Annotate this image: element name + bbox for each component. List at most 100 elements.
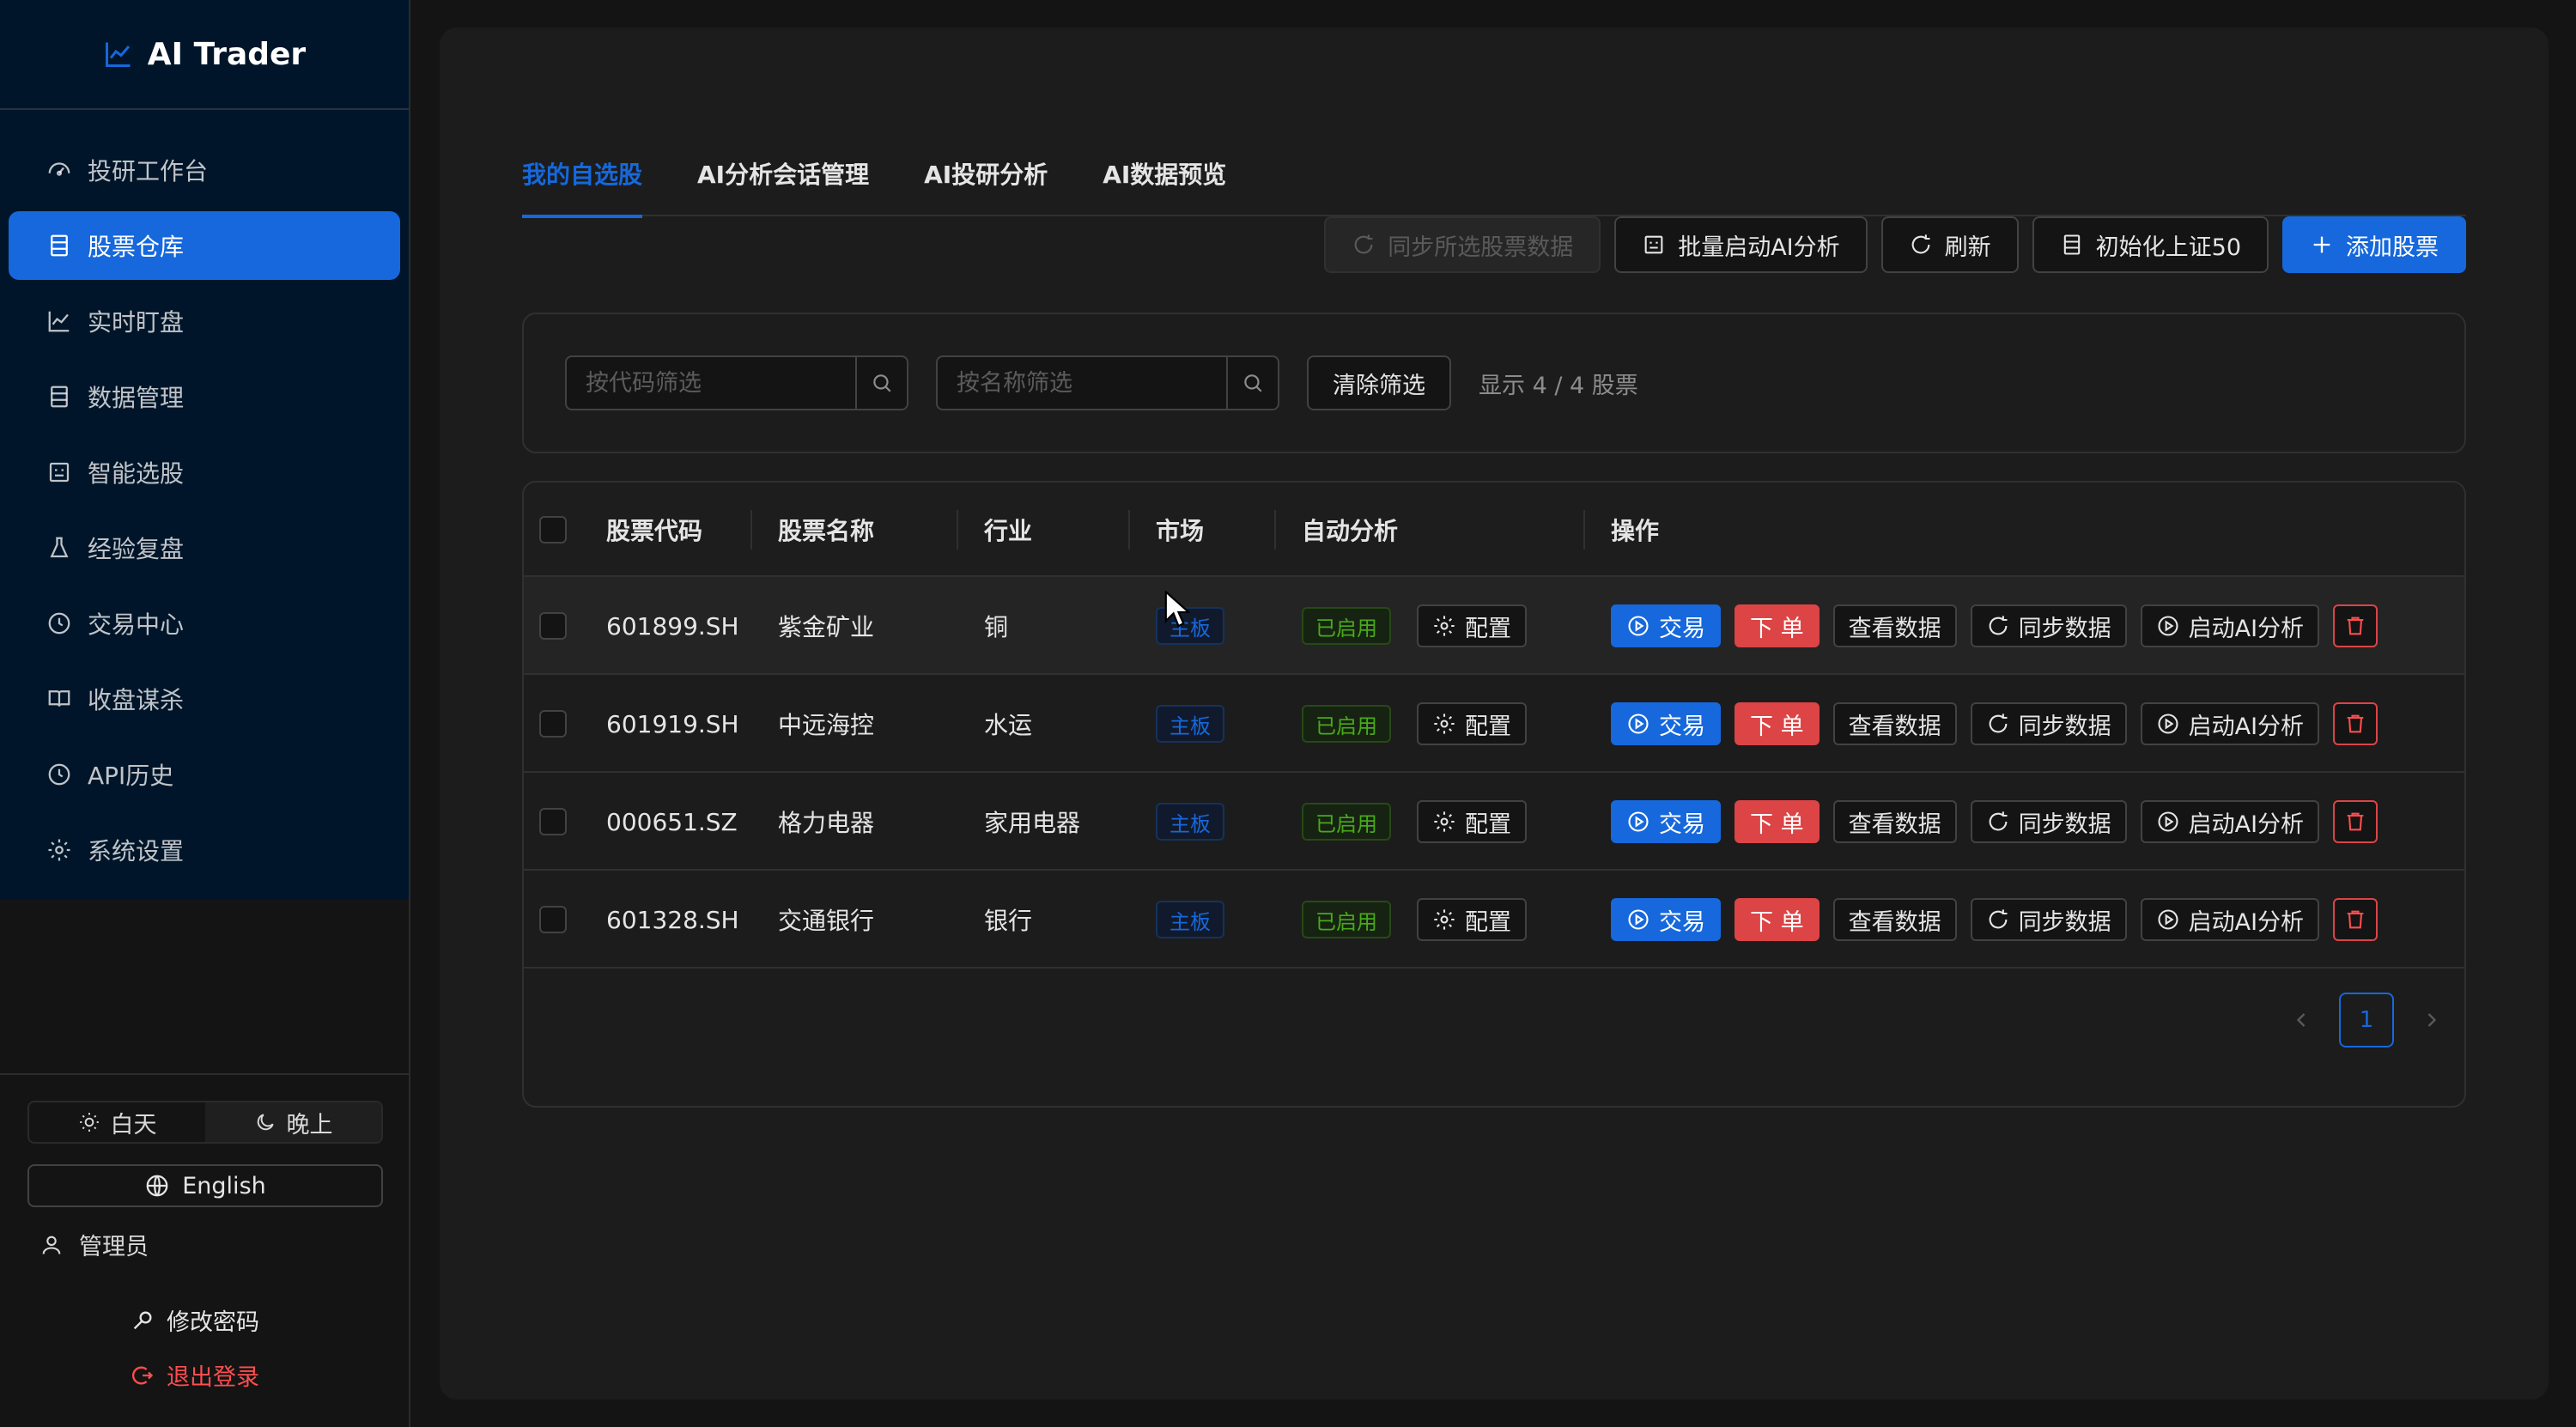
stock-count: 显示 4 / 4 股票 — [1479, 372, 1638, 399]
delete-button[interactable] — [2333, 604, 2379, 647]
code-search-button[interactable] — [855, 355, 908, 410]
stock-industry: 水运 — [984, 711, 1033, 739]
change-password-label: 修改密码 — [167, 1309, 259, 1336]
toolbar: 同步所选股票数据 批量启动AI分析 刷新 初始化上证50 添加股票 — [1324, 216, 2466, 273]
order-button[interactable]: 下 单 — [1735, 898, 1820, 941]
theme-night-option[interactable]: 晚上 — [205, 1102, 381, 1142]
stock-name: 交通银行 — [778, 907, 875, 935]
trade-button[interactable]: 交易 — [1611, 898, 1721, 941]
sidebar-menu: 投研工作台 股票仓库 实时盯盘 数据管理 智能选股 经验复盘 交易中心 收盘谋杀… — [0, 110, 409, 900]
trash-icon — [2343, 614, 2367, 638]
row-checkbox[interactable] — [539, 906, 567, 933]
app-title: AI Trader — [147, 36, 307, 72]
app-logo[interactable]: AI Trader — [0, 0, 409, 110]
view-data-button[interactable]: 查看数据 — [1832, 702, 1957, 745]
sidebar-item-settings[interactable]: 系统设置 — [9, 816, 400, 884]
select-all-checkbox[interactable] — [539, 516, 567, 543]
name-search-button[interactable] — [1226, 355, 1279, 410]
config-button[interactable]: 配置 — [1417, 898, 1527, 941]
trade-button[interactable]: 交易 — [1611, 800, 1721, 843]
pagination: 1 — [2289, 993, 2444, 1047]
start-ai-label: 启动AI分析 — [2188, 811, 2305, 838]
start-ai-button[interactable]: 启动AI分析 — [2140, 800, 2320, 843]
search-icon — [871, 372, 893, 394]
play-circle-icon — [2156, 810, 2180, 834]
tab-my-watchlist[interactable]: 我的自选股 — [522, 131, 643, 218]
stock-industry: 家用电器 — [984, 809, 1081, 837]
table-row: 601899.SH 紫金矿业 铜 主板 已启用 配置 交易 下 单 查看数据 同… — [524, 577, 2464, 675]
config-button[interactable]: 配置 — [1417, 604, 1527, 647]
database-icon — [46, 233, 72, 258]
stock-code: 601328.SH — [606, 905, 739, 934]
sync-icon — [1986, 614, 2010, 638]
name-filter-input[interactable] — [936, 355, 1226, 410]
page-number[interactable]: 1 — [2339, 993, 2394, 1047]
clear-filter-button[interactable]: 清除筛选 — [1307, 355, 1451, 410]
database-icon — [2060, 233, 2084, 257]
sidebar-item-review[interactable]: 经验复盘 — [9, 513, 400, 582]
search-icon — [1242, 372, 1264, 394]
sidebar-item-closing[interactable]: 收盘谋杀 — [9, 665, 400, 733]
delete-button[interactable] — [2333, 702, 2379, 745]
config-label: 配置 — [1465, 811, 1511, 838]
sidebar-item-smart-picker[interactable]: 智能选股 — [9, 438, 400, 507]
row-checkbox[interactable] — [539, 710, 567, 738]
start-ai-button[interactable]: 启动AI分析 — [2140, 604, 2320, 647]
order-button[interactable]: 下 单 — [1735, 702, 1820, 745]
tab-ai-session-management[interactable]: AI分析会话管理 — [697, 131, 869, 216]
sidebar-item-label: 实时盯盘 — [88, 308, 185, 337]
sync-selected-button[interactable]: 同步所选股票数据 — [1324, 216, 1601, 273]
sidebar-item-label: 股票仓库 — [88, 233, 185, 261]
batch-ai-button[interactable]: 批量启动AI分析 — [1614, 216, 1868, 273]
row-checkbox[interactable] — [539, 612, 567, 640]
add-stock-button[interactable]: 添加股票 — [2282, 216, 2466, 273]
sync-data-button[interactable]: 同步数据 — [1970, 604, 2127, 647]
sidebar-item-trade-center[interactable]: 交易中心 — [9, 589, 400, 658]
start-ai-button[interactable]: 启动AI分析 — [2140, 702, 2320, 745]
code-search — [565, 355, 908, 410]
name-search — [936, 355, 1279, 410]
column-header-code: 股票代码 — [606, 517, 703, 545]
sidebar-item-label: 收盘谋杀 — [88, 686, 185, 714]
row-checkbox[interactable] — [539, 808, 567, 835]
trade-button[interactable]: 交易 — [1611, 604, 1721, 647]
database-icon — [46, 384, 72, 410]
sidebar-item-label: 投研工作台 — [88, 157, 209, 185]
sidebar-item-stock-warehouse[interactable]: 股票仓库 — [9, 211, 400, 280]
sidebar-item-api-history[interactable]: API历史 — [9, 740, 400, 809]
sync-data-button[interactable]: 同步数据 — [1970, 898, 2127, 941]
tab-ai-research[interactable]: AI投研分析 — [924, 131, 1048, 216]
start-ai-button[interactable]: 启动AI分析 — [2140, 898, 2320, 941]
code-filter-input[interactable] — [565, 355, 855, 410]
change-password-link[interactable]: 修改密码 — [131, 1303, 259, 1337]
logout-link[interactable]: 退出登录 — [131, 1358, 259, 1392]
order-button[interactable]: 下 单 — [1735, 604, 1820, 647]
theme-day-option[interactable]: 白天 — [29, 1102, 205, 1142]
config-button[interactable]: 配置 — [1417, 800, 1527, 843]
column-header-auto-analysis: 自动分析 — [1302, 517, 1399, 545]
order-button[interactable]: 下 单 — [1735, 800, 1820, 843]
view-data-button[interactable]: 查看数据 — [1832, 898, 1957, 941]
play-circle-icon — [2156, 908, 2180, 932]
sync-data-label: 同步数据 — [2018, 615, 2111, 642]
tab-ai-data-preview[interactable]: AI数据预览 — [1103, 131, 1226, 216]
play-circle-icon — [2156, 712, 2180, 736]
sidebar-item-data-management[interactable]: 数据管理 — [9, 362, 400, 431]
line-chart-icon — [46, 308, 72, 334]
delete-button[interactable] — [2333, 898, 2379, 941]
init-sse50-button[interactable]: 初始化上证50 — [2032, 216, 2269, 273]
delete-button[interactable] — [2333, 800, 2379, 843]
sidebar-item-workbench[interactable]: 投研工作台 — [9, 136, 400, 204]
init-sse50-label: 初始化上证50 — [2095, 234, 2241, 261]
sync-data-button[interactable]: 同步数据 — [1970, 702, 2127, 745]
refresh-button[interactable]: 刷新 — [1880, 216, 2019, 273]
trade-button[interactable]: 交易 — [1611, 702, 1721, 745]
prev-page-button[interactable] — [2289, 1008, 2313, 1032]
config-button[interactable]: 配置 — [1417, 702, 1527, 745]
view-data-button[interactable]: 查看数据 — [1832, 604, 1957, 647]
view-data-button[interactable]: 查看数据 — [1832, 800, 1957, 843]
sync-data-button[interactable]: 同步数据 — [1970, 800, 2127, 843]
sidebar-item-monitor[interactable]: 实时盯盘 — [9, 287, 400, 355]
language-button[interactable]: English — [27, 1164, 383, 1207]
next-page-button[interactable] — [2420, 1008, 2444, 1032]
